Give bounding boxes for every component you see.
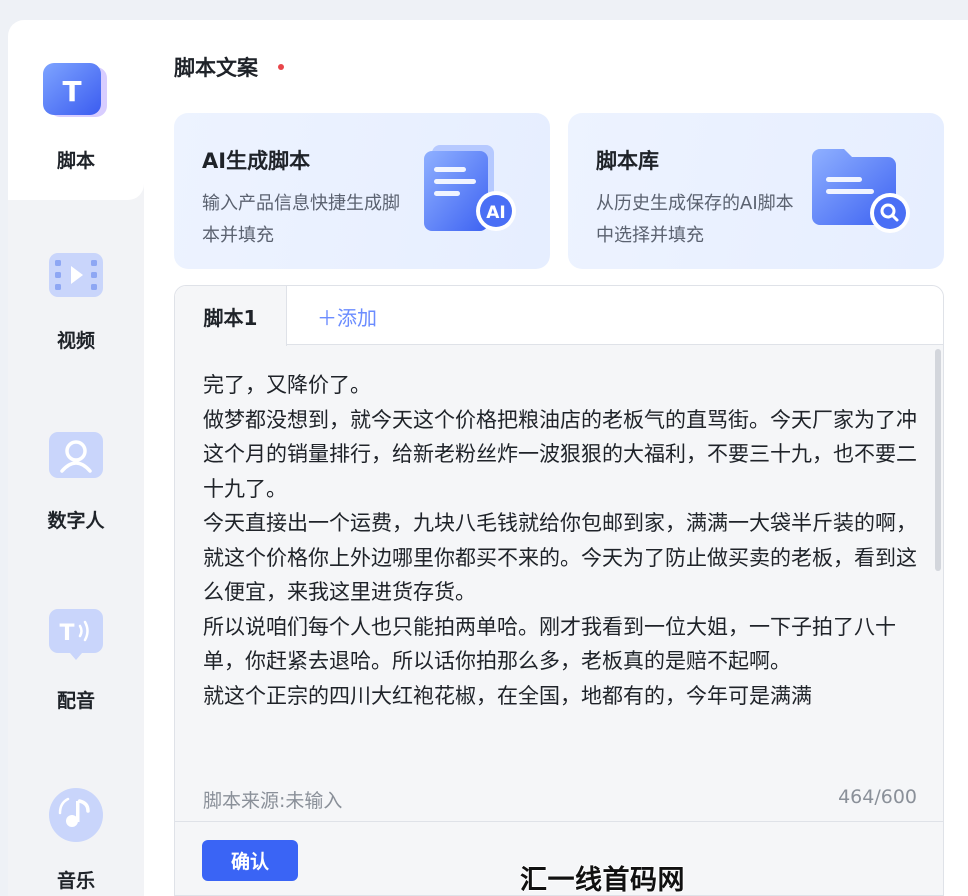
script-source-label: 脚本来源:未输入 xyxy=(203,790,343,812)
watermark-text: 汇一线首码网 www.huiyixian.com xyxy=(520,865,685,896)
character-count: 464/600 xyxy=(838,786,917,808)
ai-document-icon: AI xyxy=(418,143,518,239)
sidebar-item-voiceover[interactable]: T 配音 xyxy=(8,560,144,740)
ai-generate-script-card[interactable]: AI生成脚本 输入产品信息快捷生成脚本并填充 AI xyxy=(174,113,550,269)
music-note-icon xyxy=(41,784,111,846)
scrollbar-thumb[interactable] xyxy=(935,349,941,571)
folder-search-icon xyxy=(806,143,912,239)
card-description: 从历史生成保存的AI脚本中选择并填充 xyxy=(596,193,794,246)
sidebar-item-label: 数字人 xyxy=(47,510,105,532)
svg-text:AI: AI xyxy=(486,203,505,223)
card-title: AI生成脚本 xyxy=(202,149,311,173)
script-text-icon: T xyxy=(41,60,111,122)
sidebar: T 脚本 视频 数字人 T 配音 音乐 xyxy=(8,20,144,896)
add-tab-button[interactable]: ＋添加 xyxy=(317,302,377,331)
sidebar-item-script[interactable]: T 脚本 xyxy=(8,20,144,200)
required-indicator xyxy=(278,64,284,70)
card-title: 脚本库 xyxy=(596,149,659,173)
digital-human-icon xyxy=(41,424,111,486)
script-editor: 脚本1 ＋添加 完了，又降价了。 做梦都没想到，就今天这个价格把粮油店的老板气的… xyxy=(174,285,944,896)
tab-bar: 脚本1 ＋添加 xyxy=(175,286,943,346)
sidebar-item-music[interactable]: 音乐 xyxy=(8,740,144,896)
section-title: 脚本文案 xyxy=(174,56,258,80)
main-panel: T 脚本 视频 数字人 T 配音 音乐 脚本文案 AI生成脚本 输入产品信息快捷… xyxy=(8,20,968,896)
script-library-card[interactable]: 脚本库 从历史生成保存的AI脚本中选择并填充 xyxy=(568,113,944,269)
card-description: 输入产品信息快捷生成脚本并填充 xyxy=(202,193,400,246)
confirm-button[interactable]: 确认 xyxy=(202,840,298,881)
svg-text:T: T xyxy=(59,621,74,646)
sidebar-item-label: 视频 xyxy=(56,330,95,352)
tab-script-1[interactable]: 脚本1 xyxy=(175,286,287,346)
sidebar-item-label: 脚本 xyxy=(56,150,95,172)
sidebar-item-label: 配音 xyxy=(56,690,95,712)
sidebar-item-digital-human[interactable]: 数字人 xyxy=(8,380,144,560)
video-film-icon xyxy=(41,244,111,306)
sidebar-item-label: 音乐 xyxy=(56,870,95,892)
svg-text:T: T xyxy=(62,75,81,108)
voiceover-icon: T xyxy=(41,604,111,666)
script-textarea[interactable]: 完了，又降价了。 做梦都没想到，就今天这个价格把粮油店的老板气的直骂街。今天厂家… xyxy=(203,368,919,773)
sidebar-item-video[interactable]: 视频 xyxy=(8,200,144,380)
